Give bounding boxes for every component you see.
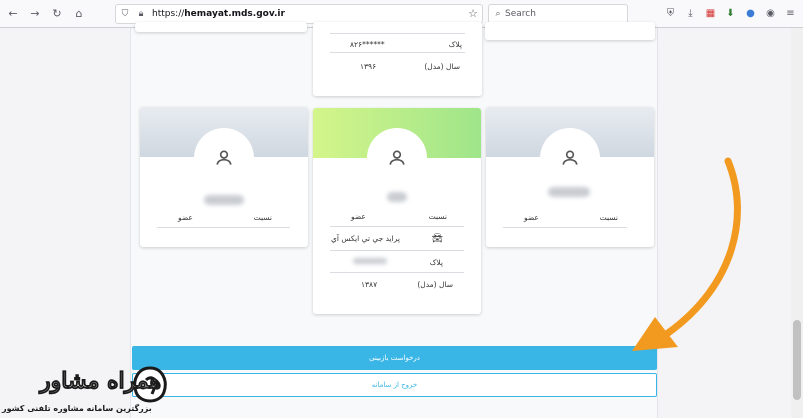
review-request-button[interactable]: درخواست بازبینی [132, 346, 657, 370]
search-placeholder: Search [505, 9, 536, 19]
extension-red-icon[interactable]: ▦ [704, 6, 717, 20]
url-host: hemayat.mds.gov.ir [184, 9, 285, 19]
member-card-left: نسبت عضو [140, 107, 308, 247]
member-name-hidden [204, 195, 244, 205]
avatar [540, 128, 600, 188]
review-request-label: درخواست بازبینی [369, 354, 420, 362]
scroll-thumb[interactable] [793, 320, 801, 400]
divider [503, 227, 627, 228]
partial-card-middle: پلاک ******۸۲۶ سال (مدل) ۱۳۹۶ [313, 22, 482, 96]
watermark-title: همراه مشاور [39, 368, 162, 395]
relation-value: عضو [351, 212, 366, 221]
account-icon[interactable]: ● [744, 6, 757, 20]
url-text: https://hemayat.mds.gov.ir [152, 9, 285, 19]
home-icon[interactable]: ⌂ [70, 5, 88, 23]
relation-label: نسبت [428, 212, 447, 221]
search-input[interactable]: ⌕ Search [488, 4, 628, 24]
person-icon [389, 150, 405, 165]
toolbar-icons: ⛨ ⤓ ▦ ⬇ ● ◉ ≡ [664, 6, 797, 20]
relation-row: نسبت عضو [351, 212, 447, 221]
year-label: سال (مدل) [417, 280, 453, 289]
car-model: پراید جي تي ايکس آي [331, 234, 400, 243]
plate-value-hidden [353, 258, 387, 264]
address-bar[interactable]: ⛉ 🔒︎ https://hemayat.mds.gov.ir ☆ [115, 4, 483, 24]
relation-label: نسبت [253, 213, 272, 222]
exit-system-button[interactable]: خروج از سامانه [132, 373, 657, 397]
relation-label: نسبت [599, 213, 618, 222]
relation-value: عضو [524, 213, 539, 222]
divider [330, 250, 464, 251]
year-value: ۱۳۸۷ [361, 280, 378, 289]
plate-row: پلاک [353, 258, 443, 267]
relation-row: نسبت عضو [524, 213, 618, 222]
plate-label: پلاک [448, 40, 462, 49]
divider [330, 272, 464, 273]
member-name-hidden [548, 187, 590, 197]
year-row: سال (مدل) ۱۳۹۶ [360, 62, 460, 71]
partial-card-right [485, 22, 655, 40]
year-label: سال (مدل) [424, 62, 460, 71]
orange-arrow-annotation [632, 157, 741, 351]
plate-value: ******۸۲۶ [350, 40, 385, 49]
car-row: 🚘︎ پراید جي تي ايکس آي [331, 234, 443, 244]
member-card-middle: نسبت عضو 🚘︎ پراید جي تي ايکس آي پلاک سال… [313, 108, 481, 314]
plate-row: پلاک ******۸۲۶ [350, 40, 462, 49]
relation-value: عضو [178, 213, 193, 222]
bookmark-star-icon[interactable]: ☆ [468, 7, 478, 20]
relation-row: نسبت عضو [178, 213, 272, 222]
year-row: سال (مدل) ۱۳۸۷ [361, 280, 453, 289]
search-icon: ⌕ [495, 9, 501, 19]
watermark-subtitle: بزرگترین سامانه مشاوره تلفنی کشور [2, 404, 152, 413]
download-icon[interactable]: ⤓ [684, 6, 697, 20]
back-icon[interactable]: ← [4, 5, 22, 23]
member-name-hidden [387, 192, 407, 202]
reload-icon[interactable]: ↻ [48, 5, 66, 23]
car-icon: 🚘︎ [431, 234, 443, 244]
menu-icon[interactable]: ≡ [784, 6, 797, 20]
year-value: ۱۳۹۶ [360, 62, 377, 71]
person-icon [216, 150, 232, 165]
divider [157, 227, 290, 228]
avatar [194, 128, 254, 188]
pocket-icon[interactable]: ⛨ [664, 6, 677, 20]
lock-icon: 🔒︎ [138, 9, 144, 19]
avatar [367, 128, 427, 188]
extensions-icon[interactable]: ◉ [764, 6, 777, 20]
shield-icon: ⛉ [121, 9, 129, 19]
page-scrollbar[interactable] [791, 28, 803, 418]
forward-icon[interactable]: → [26, 5, 44, 23]
divider [330, 226, 464, 227]
url-prefix: https:// [152, 9, 185, 19]
divider [330, 52, 465, 53]
extension-green-icon[interactable]: ⬇ [724, 6, 737, 20]
partial-card-left [135, 22, 307, 32]
person-icon [562, 150, 578, 165]
divider [330, 33, 465, 34]
plate-label: پلاک [429, 258, 443, 267]
exit-system-label: خروج از سامانه [371, 381, 418, 389]
